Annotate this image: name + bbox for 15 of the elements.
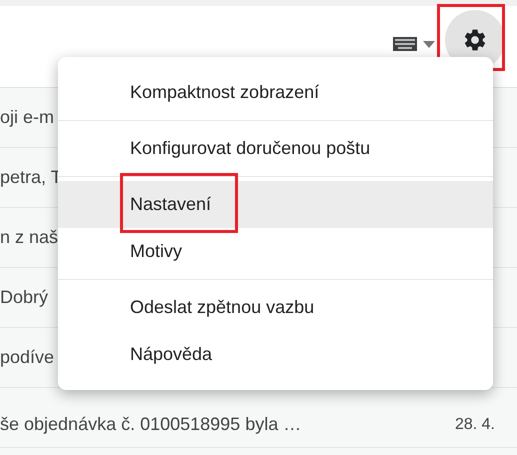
caret-icon[interactable] — [423, 40, 435, 48]
menu-item[interactable]: Konfigurovat doručenou poštu — [58, 125, 493, 172]
message-date: 28. 4. — [454, 414, 495, 434]
message-snippet: oji e-m — [0, 106, 54, 129]
message-snippet: Dobrý — [0, 286, 48, 309]
keyboard-icon[interactable] — [393, 37, 417, 51]
message-snippet: še objednávka č. 0100518995 byla … — [0, 413, 302, 436]
message-snippet: n z naš — [0, 226, 58, 249]
gear-icon — [462, 27, 488, 53]
menu-item[interactable]: Motivy — [58, 228, 493, 275]
menu-item[interactable]: Kompaktnost zobrazení — [58, 69, 493, 116]
menu-item[interactable]: Nastavení — [58, 181, 493, 228]
message-snippet: podíve — [0, 346, 54, 369]
menu-item[interactable]: Odeslat zpětnou vazbu — [58, 284, 493, 331]
menu-item[interactable]: Nápověda — [58, 331, 493, 378]
